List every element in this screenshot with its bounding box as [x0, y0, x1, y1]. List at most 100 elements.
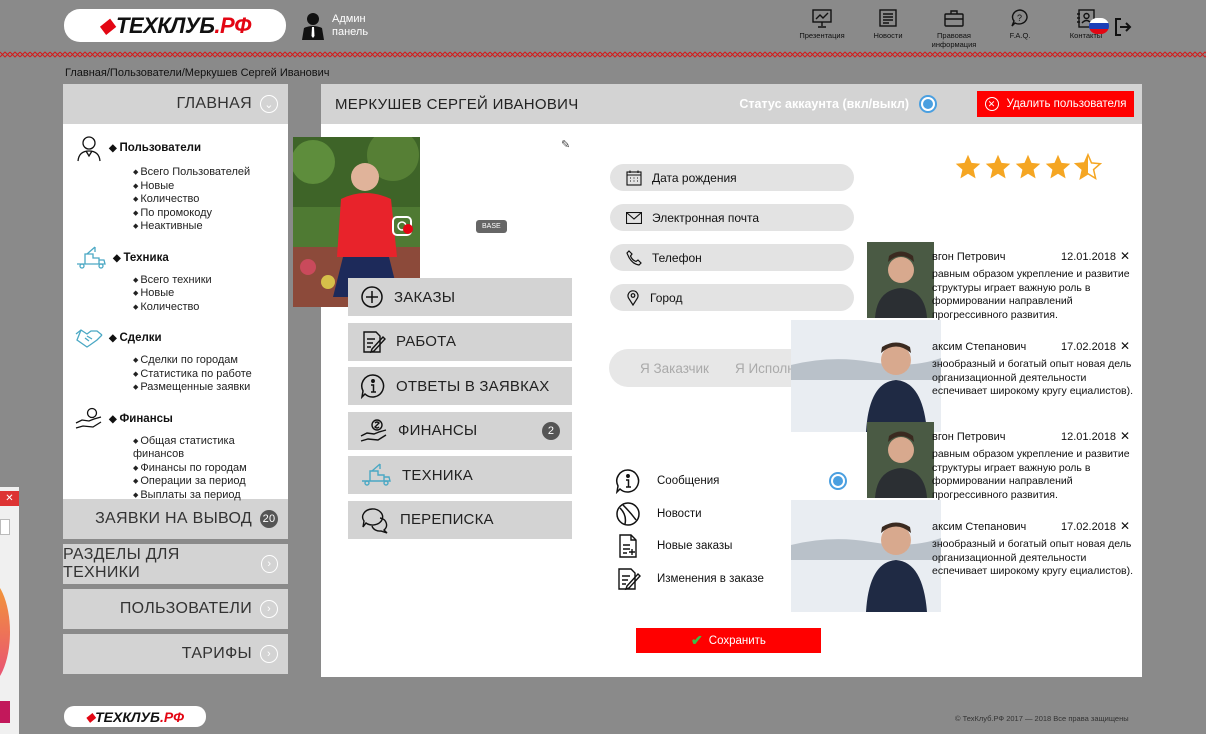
admin-panel-label: Админ панель	[302, 12, 368, 40]
check-icon: ✔	[691, 632, 703, 648]
chevron-down-icon[interactable]: ⌄	[260, 95, 278, 113]
sidebar-block-label: ПОЛЬЗОВАТЕЛИ	[119, 600, 252, 617]
notif-label: Новые заказы	[657, 540, 733, 553]
nav-legal[interactable]: Правовая информация	[928, 8, 980, 49]
action-orders[interactable]: ЗАКАЗЫ	[348, 278, 572, 316]
sidebar-group-finance[interactable]: Финансы	[75, 407, 288, 431]
calendar-icon	[626, 170, 642, 186]
logout-icon[interactable]	[1114, 17, 1132, 37]
sidebar-block-label: ЗАЯВКИ НА ВЫВОД	[95, 510, 252, 527]
group-title: Финансы	[109, 413, 172, 425]
language-flag-ru-icon[interactable]	[1089, 18, 1109, 34]
remove-review-icon[interactable]: ✕	[1120, 249, 1130, 263]
header-ornament	[0, 50, 1206, 60]
account-status-toggle[interactable]	[919, 95, 937, 113]
review-date: 17.02.2018	[1061, 341, 1117, 353]
sidebar-sublist-tech: Всего техники Новые Количество	[133, 274, 288, 315]
sidebar-subitem[interactable]: Количество	[133, 301, 288, 315]
sidebar-subitem[interactable]: Операции за период	[133, 475, 288, 489]
sidebar-block-label: РАЗДЕЛЫ ДЛЯ ТЕХНИКИ	[63, 546, 180, 581]
sidebar-subitem[interactable]: Новые	[133, 180, 288, 194]
crane-truck-icon	[362, 463, 391, 486]
review-author: вгон Петрович	[932, 251, 1006, 263]
info-icon	[615, 469, 640, 495]
sidebar-main-header[interactable]: ГЛАВНАЯ ⌄	[63, 84, 288, 124]
email-field[interactable]: Электронная почта	[610, 204, 854, 231]
logo-diamond-icon: ◆	[85, 709, 96, 724]
edit-pencil-icon[interactable]: ✎	[561, 138, 570, 151]
nav-faq[interactable]: ? F.A.Q.	[994, 8, 1046, 49]
briefcase-icon	[944, 10, 964, 27]
sidebar-group-tech[interactable]: Техника	[75, 246, 288, 270]
review-avatar-photo	[791, 320, 941, 432]
review-avatar-photo	[867, 422, 934, 498]
sidebar-subitem[interactable]: Финансы по городам	[133, 462, 288, 476]
close-icon: ✕	[984, 97, 999, 111]
sidebar-sublist-deals: Сделки по городам Статистика по работе Р…	[133, 354, 288, 395]
role-option-customer[interactable]: Я Заказчик	[640, 361, 709, 376]
sidebar-subitem[interactable]: Всего Пользователей	[133, 166, 288, 180]
half-star-icon	[1074, 153, 1102, 181]
reviews-list: вгон Петрович 12.01.2018 ✕ равным образо…	[791, 242, 1142, 612]
sidebar-group-deals[interactable]: Сделки	[75, 326, 288, 350]
header: ◆ ТЕХКЛУБ .РФ Админ панель Презентация Н…	[0, 0, 1206, 60]
sidebar-item-withdrawals[interactable]: ЗАЯВКИ НА ВЫВОД 20	[63, 499, 288, 539]
chat-icon	[361, 507, 388, 534]
action-work[interactable]: РАБОТА	[348, 322, 572, 361]
action-label: ПЕРЕПИСКА	[400, 511, 494, 528]
breadcrumb[interactable]: Главная/Пользователи/Меркушев Сергей Ива…	[65, 67, 330, 79]
action-label: ЗАКАЗЫ	[394, 288, 456, 306]
sidebar-subitem[interactable]: Всего техники	[133, 274, 288, 288]
nav-presentation[interactable]: Презентация	[796, 8, 848, 49]
chevron-right-icon: ›	[260, 645, 278, 663]
remove-review-icon[interactable]: ✕	[1120, 519, 1130, 533]
remove-review-icon[interactable]: ✕	[1120, 429, 1130, 443]
delete-user-button[interactable]: ✕ Удалить пользователя	[977, 91, 1134, 117]
review-avatar	[867, 422, 934, 498]
review-text: равным образом укрепление и развитие стр…	[932, 448, 1130, 501]
money-hand-icon	[360, 418, 387, 442]
sidebar-subitem[interactable]: Неактивные	[133, 220, 288, 234]
profile-actions: ЗАКАЗЫ РАБОТА ОТВЕТЫ В ЗАЯВКАХ ФИНАНСЫ 2…	[348, 278, 572, 545]
new-doc-icon	[619, 534, 637, 558]
sidebar-subitem[interactable]: Количество	[133, 193, 288, 207]
sidebar-item-tech-sections[interactable]: РАЗДЕЛЫ ДЛЯ ТЕХНИКИ ›	[63, 544, 288, 584]
delete-user-label: Удалить пользователя	[1006, 98, 1127, 110]
sidebar-subitem[interactable]: Размещенные заявки	[133, 381, 288, 395]
review-author: аксим Степанович	[932, 341, 1027, 353]
sidebar-block-label: ТАРИФЫ	[181, 645, 252, 662]
action-chat[interactable]: ПЕРЕПИСКА	[348, 500, 572, 539]
action-answers[interactable]: ОТВЕТЫ В ЗАЯВКАХ	[348, 367, 572, 405]
sidebar-subitem[interactable]: Новые	[133, 287, 288, 301]
sidebar-subitem[interactable]: По промокоду	[133, 207, 288, 221]
remove-review-icon[interactable]: ✕	[1120, 339, 1130, 353]
crane-truck-icon	[77, 246, 106, 269]
sidebar-subitem[interactable]: Общая статистика финансов	[133, 435, 288, 462]
review-author: вгон Петрович	[932, 431, 1006, 443]
star-icon	[955, 154, 981, 179]
sidebar-subitem[interactable]: Статистика по работе	[133, 368, 288, 382]
action-finance[interactable]: ФИНАНСЫ 2	[348, 411, 572, 450]
close-icon[interactable]: ✕	[0, 491, 19, 506]
review-date: 17.02.2018	[1061, 521, 1117, 533]
info-icon	[360, 374, 385, 399]
action-tech[interactable]: ТЕХНИКА	[348, 456, 572, 494]
notif-label: Изменения в заказе	[657, 572, 764, 585]
sidebar-item-users[interactable]: ПОЛЬЗОВАТЕЛИ ›	[63, 589, 288, 629]
tariff-badge: BASE	[476, 220, 507, 233]
birthdate-field[interactable]: Дата рождения	[610, 164, 854, 191]
logo[interactable]: ◆ ТЕХКЛУБ .РФ	[64, 9, 286, 42]
save-button[interactable]: ✔ Сохранить	[636, 628, 821, 653]
account-status-label: Статус аккаунта (вкл/выкл)	[739, 97, 909, 111]
nav-label: Новости	[873, 31, 903, 40]
sidebar-subitem[interactable]: Сделки по городам	[133, 354, 288, 368]
nav-news[interactable]: Новости	[862, 8, 914, 49]
group-title: Техника	[113, 252, 168, 264]
review-item: аксим Степанович 17.02.2018 ✕ знообразны…	[791, 320, 1142, 432]
review-avatar-photo	[867, 242, 934, 318]
sidebar-group-users[interactable]: Пользователи	[75, 134, 288, 162]
sidebar-item-tariffs[interactable]: ТАРИФЫ ›	[63, 634, 288, 674]
footer-logo[interactable]: ◆ ТЕХКЛУБ .РФ	[64, 706, 206, 727]
action-label: ОТВЕТЫ В ЗАЯВКАХ	[396, 377, 550, 395]
star-icon	[1015, 154, 1041, 179]
